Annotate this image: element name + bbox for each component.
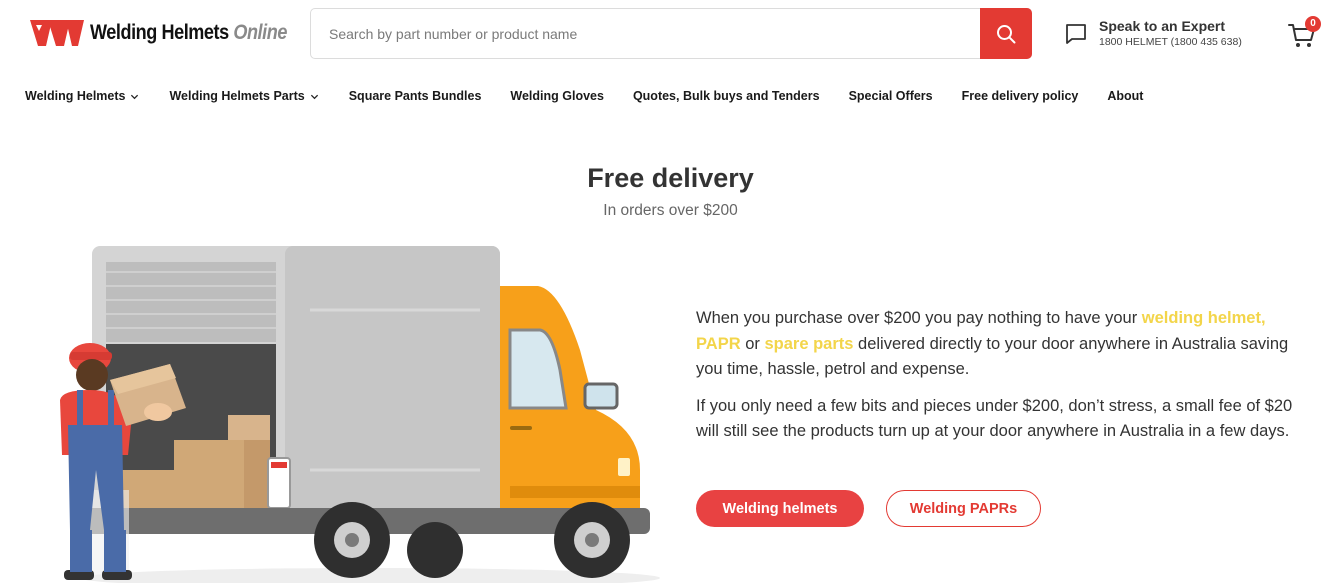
paragraph-text: When you purchase over $200 you pay noth… [696, 309, 1142, 327]
nav-item-square-pants-bundles[interactable]: Square Pants Bundles [349, 89, 482, 103]
nav-item-welding-helmets-parts[interactable]: Welding Helmets Parts [169, 89, 318, 103]
nav-item-welding-helmets[interactable]: Welding Helmets [25, 89, 139, 103]
nav-item-special-offers[interactable]: Special Offers [849, 89, 933, 103]
chat-bubble-icon [1066, 24, 1086, 44]
description-paragraph-2: If you only need a few bits and pieces u… [696, 396, 1293, 441]
page-title: Free delivery [587, 163, 754, 193]
search-icon [997, 24, 1016, 43]
nav-item-about[interactable]: About [1107, 89, 1143, 103]
search-button[interactable] [980, 8, 1032, 59]
logo-mark-icon [30, 20, 84, 46]
chevron-down-icon [131, 94, 139, 99]
nav-item-label: Free delivery policy [961, 89, 1079, 103]
site-logo[interactable]: Welding Helmets Online [30, 18, 319, 48]
logo-text: Welding Helmets Online [90, 21, 287, 45]
chevron-down-icon [310, 94, 318, 99]
site-header: Welding Helmets Online Speak to an Exper… [0, 0, 1336, 70]
nav-item-label: Square Pants Bundles [348, 89, 482, 103]
expert-phone: 1800 HELMET (1800 435 638) [1099, 36, 1242, 48]
description-paragraph-1: When you purchase over $200 you pay noth… [696, 306, 1296, 383]
expert-text: Speak to an Expert 1800 HELMET (1800 435… [1099, 17, 1242, 50]
nav-item-label: Welding Gloves [510, 89, 604, 103]
expert-title: Speak to an Expert [1099, 18, 1226, 34]
delivery-description: When you purchase over $200 you pay noth… [696, 306, 1296, 456]
nav-item-free-delivery-policy[interactable]: Free delivery policy [962, 89, 1079, 103]
cart-count-badge: 0 [1305, 16, 1321, 32]
page-subtitle: In orders over $200 [603, 202, 738, 219]
speak-to-expert[interactable]: Speak to an Expert 1800 HELMET (1800 435… [1064, 17, 1242, 50]
cart-button[interactable]: 0 [1287, 16, 1321, 50]
nav-item-label: About [1107, 89, 1144, 103]
search-bar [310, 8, 1032, 59]
delivery-truck-illustration [60, 246, 660, 583]
logo-text-accent: Online [233, 21, 287, 44]
nav-item-label: Quotes, Bulk buys and Tenders [632, 89, 820, 103]
nav-item-label: Welding Helmets Parts [169, 89, 305, 103]
nav-item-welding-gloves[interactable]: Welding Gloves [510, 89, 604, 103]
nav-item-quotes-bulk-buys[interactable]: Quotes, Bulk buys and Tenders [633, 89, 820, 103]
logo-text-main: Welding Helmets [90, 21, 229, 44]
spare-parts-link[interactable]: spare parts [764, 335, 853, 353]
nav-item-label: Welding Helmets [25, 89, 126, 103]
welding-paprs-button[interactable]: Welding PAPRs [886, 490, 1041, 527]
search-input[interactable] [311, 9, 981, 58]
paragraph-text: or [740, 334, 765, 353]
welding-helmets-button[interactable]: Welding helmets [696, 490, 864, 527]
main-nav: Welding Helmets Welding Helmets Parts Sq… [25, 86, 1143, 106]
nav-item-label: Special Offers [848, 89, 933, 103]
